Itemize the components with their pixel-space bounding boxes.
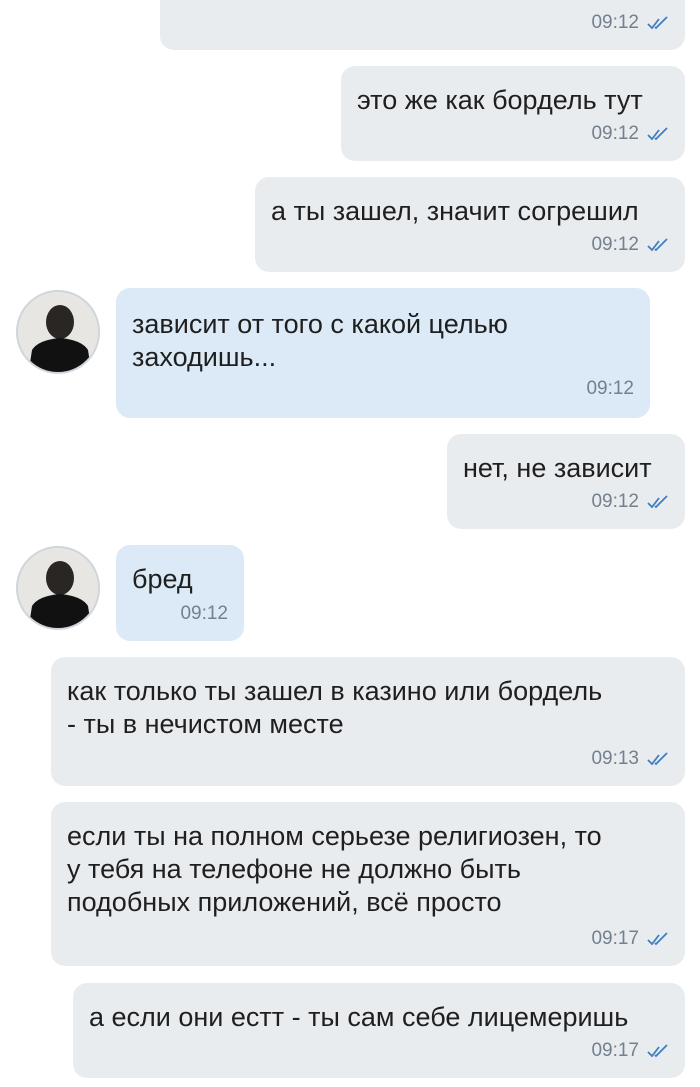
message-meta: 09:12 [591,123,669,145]
message-meta: 09:12 [591,12,669,34]
message-time: 09:12 [180,603,228,624]
message-text: это же как бордель тут [357,85,643,115]
incoming-message[interactable]: зависит от того с какой целью заходишь..… [116,288,650,418]
message-text: нет, не зависит [463,453,652,483]
message-text: а если они естт - ты сам себе лицемеришь [89,1002,629,1032]
message-meta: 09:12 [591,234,669,256]
message-time: 09:17 [591,1040,639,1061]
message-time: 09:13 [591,748,639,769]
outgoing-message[interactable]: 09:12 [160,0,685,50]
message-meta: 09:12 [591,491,669,513]
message-text: бред [132,564,193,594]
message-text-line: зависит от того с какой целью [132,309,508,339]
double-check-icon [647,495,668,509]
outgoing-message[interactable]: как только ты зашел в казино или бордель… [51,657,685,786]
message-text-line: если ты на полном серьезе религиозен, то [67,821,602,851]
outgoing-message[interactable]: если ты на полном серьезе религиозен, то… [51,802,685,966]
chat-window: 09:12 это же как бордель тут 09:12 а ты … [0,0,700,1087]
double-check-icon [647,752,668,766]
double-check-icon [647,127,668,141]
double-check-icon [647,238,668,252]
person-icon [18,548,98,628]
message-time: 09:12 [586,378,634,399]
message-time: 09:12 [591,234,639,255]
message-meta: 09:12 [586,378,634,400]
outgoing-message[interactable]: а если они естт - ты сам себе лицемеришь… [73,983,685,1078]
double-check-icon [647,16,668,30]
message-text: а ты зашел, значит согрешил [271,196,639,226]
message-text-line: - ты в нечистом месте [67,709,344,739]
message-time: 09:17 [591,928,639,949]
contact-avatar[interactable] [16,290,100,374]
message-text-line: как только ты зашел в казино или бордель [67,676,603,706]
outgoing-message[interactable]: нет, не зависит 09:12 [447,434,685,529]
message-time: 09:12 [591,491,639,512]
outgoing-message[interactable]: это же как бордель тут 09:12 [341,66,685,161]
message-meta: 09:17 [591,928,669,950]
double-check-icon [647,1044,668,1058]
message-text-line: заходишь... [132,342,277,372]
contact-avatar[interactable] [16,546,100,630]
message-time: 09:12 [591,12,639,33]
person-icon [18,292,98,372]
message-text-line: подобных приложений, всё просто [67,887,502,917]
message-text-line: у тебя на телефоне не должно быть [67,854,521,884]
message-meta: 09:13 [591,748,669,770]
double-check-icon [647,932,668,946]
incoming-message[interactable]: бред 09:12 [116,545,244,641]
message-time: 09:12 [591,123,639,144]
outgoing-message[interactable]: а ты зашел, значит согрешил 09:12 [255,177,685,272]
message-meta: 09:12 [180,603,228,625]
message-meta: 09:17 [591,1040,669,1062]
